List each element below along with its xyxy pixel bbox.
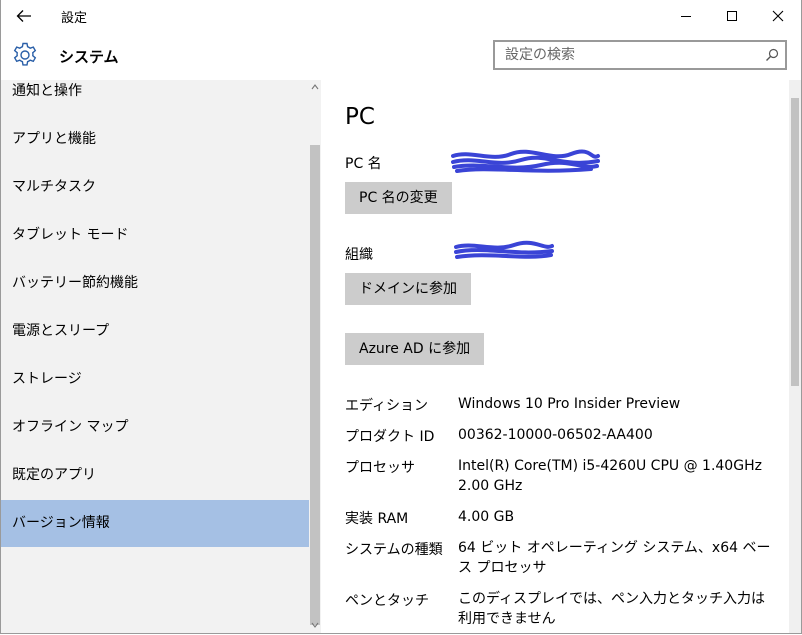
sidebar-item-label: オフライン マップ [12, 419, 129, 435]
join-domain-button[interactable]: ドメインに参加 [345, 273, 471, 305]
redacted-organization [454, 240, 554, 259]
scroll-down-arrow-icon[interactable] [311, 621, 319, 629]
sidebar-item-label: ストレージ [12, 371, 82, 387]
sidebar-item-label: バージョン情報 [12, 515, 110, 531]
sidebar-item-storage[interactable]: ストレージ [1, 356, 309, 403]
gear-icon [13, 42, 37, 66]
sidebar-item-tablet-mode[interactable]: タブレット モード [1, 212, 309, 259]
scroll-up-arrow-icon[interactable] [311, 83, 319, 91]
back-button[interactable] [9, 4, 39, 28]
sidebar-scrollbar-thumb[interactable] [310, 145, 320, 625]
main-scrollbar-thumb[interactable] [791, 98, 799, 386]
info-label-edition: エディション [345, 398, 429, 414]
info-label-product-id: プロダクト ID [345, 429, 435, 445]
minimize-button[interactable] [663, 0, 709, 32]
search-icon[interactable] [765, 48, 779, 62]
info-value-edition: Windows 10 Pro Insider Preview [458, 396, 681, 412]
sidebar-item-offline-maps[interactable]: オフライン マップ [1, 404, 309, 451]
sidebar-item-notifications[interactable]: 通知と操作 [1, 68, 309, 115]
back-arrow-icon [16, 10, 31, 22]
info-value-processor: Intel(R) Core(TM) i5-4260U CPU @ 1.40GHz… [458, 458, 762, 494]
info-label-pen-touch: ペンとタッチ [345, 593, 429, 609]
title-bar: 設定 [1, 0, 801, 32]
info-label-ram: 実装 RAM [345, 511, 409, 527]
sidebar-item-power-sleep[interactable]: 電源とスリープ [1, 308, 309, 355]
maximize-button[interactable] [709, 0, 755, 32]
maximize-icon [727, 11, 737, 21]
sidebar-item-about[interactable]: バージョン情報 [1, 500, 309, 547]
sidebar-item-label: タブレット モード [12, 227, 129, 243]
info-value-product-id: 00362-10000-06502-AA400 [458, 427, 653, 443]
main-content: PC PC 名 PC 名の変更 組織 ドメインに参加 Azure AD に参加 … [321, 80, 789, 633]
organization-label: 組織 [345, 247, 373, 263]
sidebar-item-label: 電源とスリープ [12, 323, 110, 339]
info-value-ram: 4.00 GB [458, 509, 515, 525]
pc-name-label: PC 名 [345, 156, 382, 172]
info-value-system-type: 64 ビット オペレーティング システム、x64 ベース プロセッサ [458, 540, 771, 576]
sidebar-item-label: 既定のアプリ [12, 467, 96, 483]
rename-pc-button[interactable]: PC 名の変更 [345, 182, 452, 214]
sidebar-item-multitasking[interactable]: マルチタスク [1, 164, 309, 211]
minimize-icon [681, 16, 691, 17]
sidebar-nav: 通知と操作 アプリと機能 マルチタスク タブレット モード バッテリー節約機能 … [1, 80, 321, 633]
sidebar-item-label: バッテリー節約機能 [12, 275, 138, 291]
close-button[interactable] [755, 0, 801, 32]
page-title: システム [59, 48, 119, 66]
info-label-system-type: システムの種類 [345, 542, 443, 558]
window-title: 設定 [61, 11, 88, 26]
redacted-pc-name [451, 149, 600, 173]
settings-window: 設定 システム 通知と操作 アプリと機能 マ [0, 0, 802, 634]
info-value-pen-touch: このディスプレイでは、ペン入力とタッチ入力は利用できません [458, 591, 766, 627]
sidebar-item-battery-saver[interactable]: バッテリー節約機能 [1, 260, 309, 307]
search-box[interactable] [493, 40, 787, 70]
info-label-processor: プロセッサ [345, 460, 415, 476]
search-input[interactable] [495, 42, 765, 68]
section-title: PC [345, 104, 375, 130]
sidebar-item-apps-features[interactable]: アプリと機能 [1, 116, 309, 163]
sidebar-item-label: 通知と操作 [12, 83, 82, 99]
sidebar-item-default-apps[interactable]: 既定のアプリ [1, 452, 309, 499]
close-icon [772, 10, 784, 22]
sidebar-item-label: マルチタスク [12, 179, 96, 195]
sidebar-item-label: アプリと機能 [12, 131, 96, 147]
join-azure-ad-button[interactable]: Azure AD に参加 [345, 333, 485, 365]
